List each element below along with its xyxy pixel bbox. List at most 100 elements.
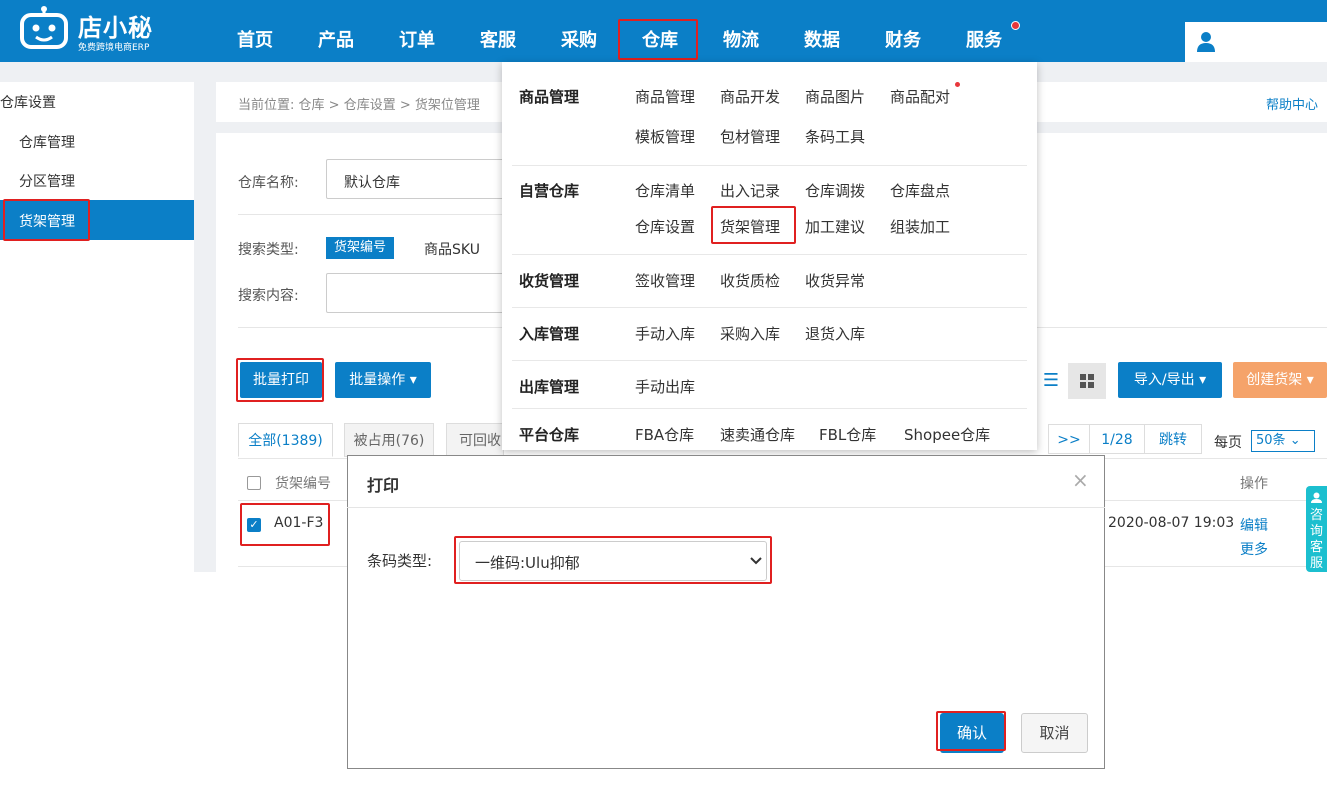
search-type-label: 搜索类型: (238, 242, 299, 258)
menu-item-assembly[interactable]: 组装加工 (890, 216, 950, 237)
nav-orders[interactable]: 订单 (399, 26, 435, 52)
filter-divider (238, 214, 508, 215)
robot-logo-icon[interactable] (18, 6, 70, 50)
pager-next[interactable]: >> (1048, 424, 1090, 454)
per-page-value: 50条 (1256, 433, 1286, 448)
menu-item-manual-outbound[interactable]: 手动出库 (635, 376, 695, 397)
search-type-sku[interactable]: 商品SKU (424, 239, 480, 259)
menu-item-barcode-tool[interactable]: 条码工具 (805, 126, 865, 147)
brand-name[interactable]: 店小秘 (78, 8, 153, 43)
per-page-label: 每页 (1214, 435, 1242, 451)
menu-item-warehouse-transfer[interactable]: 仓库调拨 (805, 180, 865, 201)
menu-item-warehouse-list[interactable]: 仓库清单 (635, 180, 695, 201)
search-content-label: 搜索内容: (238, 288, 299, 304)
tab-all[interactable]: 全部(1389) (238, 423, 333, 457)
menu-item-shelf-manage[interactable]: 货架管理 (720, 216, 780, 237)
caret-down-icon: ▾ (1199, 372, 1207, 388)
chevron-down-icon (750, 557, 762, 565)
grid-view-icon[interactable] (1068, 363, 1106, 399)
menu-item-in-out-records[interactable]: 出入记录 (720, 180, 780, 201)
print-dialog-title: 打印 (367, 476, 400, 495)
tab-recyclable[interactable]: 可回收 (446, 423, 504, 457)
menu-item-goods-manage[interactable]: 商品管理 (635, 86, 695, 107)
menu-item-manual-inbound[interactable]: 手动入库 (635, 323, 695, 344)
brand-tagline: 免费跨境电商ERP (78, 43, 150, 53)
menu-item-processing-advice[interactable]: 加工建议 (805, 216, 865, 237)
user-menu[interactable] (1185, 22, 1327, 62)
help-center-link[interactable]: 帮助中心 (1266, 94, 1318, 113)
nav-logistics[interactable]: 物流 (723, 26, 759, 52)
consult-service-button[interactable]: 咨询客服 (1306, 486, 1327, 572)
menu-item-aliexpress-warehouse[interactable]: 速卖通仓库 (720, 424, 795, 445)
tab-occupied[interactable]: 被占用(76) (344, 423, 434, 457)
barcode-type-label: 条码类型: (367, 552, 433, 570)
breadcrumb: 当前位置: 仓库 > 仓库设置 > 货架位管理 (238, 94, 480, 113)
menu-item-fbl-warehouse[interactable]: FBL仓库 (819, 424, 876, 445)
column-header-shelf-code[interactable]: 货架编号 (275, 473, 331, 493)
sidebar-title: 仓库设置 (0, 95, 56, 111)
row-more-link[interactable]: 更多 (1240, 539, 1268, 559)
warehouse-select-value: 默认仓库 (344, 175, 400, 191)
menu-item-stocktake[interactable]: 仓库盘点 (890, 180, 950, 201)
create-shelf-button[interactable]: 创建货架 ▾ (1233, 362, 1327, 398)
menu-divider (512, 165, 1027, 166)
pager-jump[interactable]: 跳转 (1144, 424, 1202, 454)
nav-purchase[interactable]: 采购 (561, 26, 597, 52)
chevron-down-icon: ⌄ (1289, 433, 1301, 448)
menu-item-goods-images[interactable]: 商品图片 (805, 86, 865, 107)
search-content-input[interactable] (326, 273, 506, 313)
print-dialog-header (347, 455, 1105, 508)
confirm-button[interactable]: 确认 (940, 713, 1004, 753)
row-timestamp: 2020-08-07 19:03 (1108, 515, 1235, 531)
menu-section-outbound: 出库管理 (519, 378, 580, 396)
nav-warehouse[interactable]: 仓库 (642, 26, 678, 52)
column-header-operations: 操作 (1240, 476, 1268, 492)
sidebar (0, 82, 194, 572)
caret-down-icon: ▾ (409, 372, 417, 388)
sidebar-item-warehouse-manage[interactable]: 仓库管理 (19, 132, 75, 152)
chat-icon (1311, 492, 1322, 503)
create-shelf-label: 创建货架 (1246, 372, 1303, 388)
menu-section-goods: 商品管理 (519, 88, 580, 106)
nav-service[interactable]: 客服 (480, 26, 516, 52)
menu-item-goods-develop[interactable]: 商品开发 (720, 86, 780, 107)
menu-item-goods-pairing[interactable]: 商品配对 (890, 86, 950, 107)
cancel-button[interactable]: 取消 (1021, 713, 1088, 753)
nav-data[interactable]: 数据 (804, 26, 840, 52)
menu-section-platform-warehouse: 平台仓库 (519, 426, 580, 444)
nav-services[interactable]: 服务 (966, 26, 1002, 52)
search-type-shelf-code[interactable]: 货架编号 (326, 237, 394, 259)
nav-products[interactable]: 产品 (318, 26, 354, 52)
menu-item-fba-warehouse[interactable]: FBA仓库 (635, 424, 694, 445)
row-edit-link[interactable]: 编辑 (1240, 515, 1268, 535)
per-page-select[interactable]: 50条 ⌄ (1251, 430, 1315, 452)
nav-finance[interactable]: 财务 (885, 26, 921, 52)
consult-service-label: 咨询客服 (1310, 508, 1324, 571)
user-icon (1197, 32, 1215, 52)
batch-ops-button[interactable]: 批量操作 ▾ (335, 362, 431, 398)
menu-item-receiving-exception[interactable]: 收货异常 (805, 270, 865, 291)
row-checkbox-checked[interactable]: ✓ (247, 518, 261, 532)
menu-item-purchase-inbound[interactable]: 采购入库 (720, 323, 780, 344)
menu-item-packaging-manage[interactable]: 包材管理 (720, 126, 780, 147)
sidebar-item-shelf-label: 货架管理 (19, 214, 75, 230)
menu-item-warehouse-settings[interactable]: 仓库设置 (635, 216, 695, 237)
import-export-label: 导入/导出 (1133, 372, 1195, 388)
select-all-checkbox[interactable] (247, 476, 261, 490)
menu-section-own-warehouse: 自营仓库 (519, 182, 580, 200)
menu-section-inbound: 入库管理 (519, 325, 580, 343)
menu-item-shopee-warehouse[interactable]: Shopee仓库 (904, 424, 990, 445)
menu-item-sign-manage[interactable]: 签收管理 (635, 270, 695, 291)
warehouse-dropdown-menu (502, 62, 1037, 450)
menu-item-return-inbound[interactable]: 退货入库 (805, 323, 865, 344)
sidebar-item-zone-manage[interactable]: 分区管理 (19, 171, 75, 191)
nav-home[interactable]: 首页 (237, 26, 273, 52)
menu-item-template-manage[interactable]: 模板管理 (635, 126, 695, 147)
batch-print-button[interactable]: 批量打印 (240, 362, 322, 398)
close-icon[interactable]: × (1072, 468, 1089, 492)
menu-divider (512, 254, 1027, 255)
list-view-icon[interactable]: ☰ (1036, 363, 1066, 399)
import-export-button[interactable]: 导入/导出 ▾ (1118, 362, 1222, 398)
menu-divider (512, 408, 1027, 409)
menu-item-receiving-qc[interactable]: 收货质检 (720, 270, 780, 291)
